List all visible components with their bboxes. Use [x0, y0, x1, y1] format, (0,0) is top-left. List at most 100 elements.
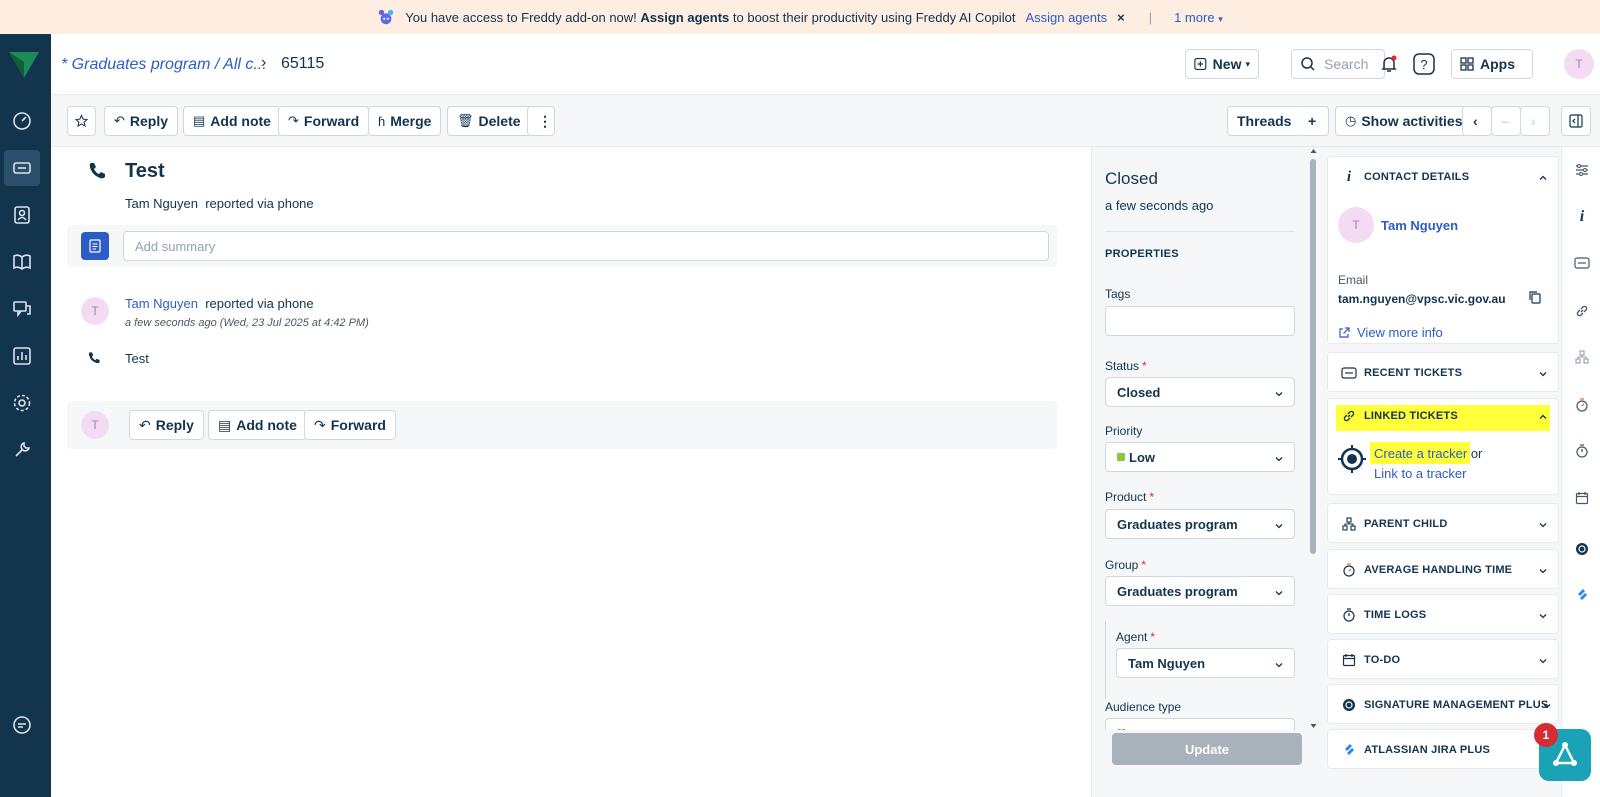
chevron-down-icon[interactable] — [1538, 609, 1548, 624]
notifications-bell-icon[interactable] — [1375, 50, 1403, 78]
add-note-bottom-button[interactable]: ▤ Add note — [208, 410, 307, 440]
atlassian-jira-header[interactable]: ATLASSIAN JIRA PLUS — [1340, 730, 1490, 770]
search-input[interactable]: Search — [1291, 49, 1385, 79]
timer-icon[interactable] — [1572, 441, 1592, 461]
ticket-icon[interactable] — [1572, 253, 1592, 273]
stopwatch-icon[interactable] — [1572, 395, 1592, 415]
info-icon: i — [1346, 168, 1352, 185]
chevron-down-icon[interactable] — [1538, 367, 1548, 382]
assistant-network-icon — [1553, 742, 1577, 766]
help-icon[interactable]: ? — [1410, 50, 1438, 78]
contacts-icon[interactable] — [4, 197, 40, 233]
average-handling-time-header[interactable]: AVERAGE HANDLING TIME — [1340, 550, 1512, 590]
todo-card[interactable]: TO-DO — [1327, 639, 1559, 679]
search-icon — [1301, 57, 1315, 71]
signature-management-card[interactable]: SIGNATURE MANAGEMENT PLUS — [1327, 684, 1559, 724]
banner-text: You have access to Freddy add-on now! As… — [405, 9, 1016, 25]
chat-icon[interactable] — [4, 707, 40, 743]
next-ticket-button[interactable]: › — [1520, 106, 1550, 136]
parent-child-card[interactable]: PARENT CHILD — [1327, 503, 1559, 543]
hierarchy-icon[interactable] — [1572, 347, 1592, 367]
more-options-button[interactable]: ⋮ — [527, 106, 555, 136]
calendar-icon[interactable] — [1572, 488, 1592, 508]
link-tracker-link[interactable]: Link to a tracker — [1374, 466, 1467, 481]
tags-input[interactable] — [1105, 306, 1295, 336]
status-select[interactable]: Closed — [1105, 377, 1295, 407]
time-logs-card[interactable]: TIME LOGS — [1327, 594, 1559, 634]
banner-more-link[interactable]: 1 more ▾ — [1174, 10, 1223, 25]
new-button[interactable]: New ▾ — [1185, 49, 1259, 79]
linked-tickets-header[interactable]: LINKED TICKETS — [1340, 396, 1458, 436]
chevron-down-icon[interactable] — [1542, 699, 1552, 714]
email-label: Email — [1338, 273, 1369, 287]
merge-button[interactable]: ɦ Merge — [368, 106, 442, 136]
apps-button[interactable]: Apps — [1451, 49, 1533, 79]
admin-gear-icon[interactable] — [4, 385, 40, 421]
contact-name-link[interactable]: Tam Nguyen — [1381, 218, 1458, 233]
jira-icon[interactable] — [1572, 585, 1592, 605]
reports-icon[interactable] — [4, 338, 40, 374]
add-thread-button[interactable]: + — [1299, 106, 1329, 136]
chevron-down-icon[interactable] — [1538, 654, 1548, 669]
forward-bottom-button[interactable]: ↷ Forward — [304, 410, 396, 440]
previous-ticket-button[interactable]: ‹ — [1462, 106, 1492, 136]
close-banner-icon[interactable]: × — [1117, 10, 1125, 25]
properties-scrollbar[interactable] — [1310, 159, 1316, 554]
tickets-icon[interactable] — [4, 150, 40, 186]
notification-badge: 1 — [1534, 723, 1558, 747]
create-tracker-link[interactable]: Create a tracker — [1374, 446, 1467, 461]
chevron-up-icon[interactable] — [1538, 410, 1548, 425]
tools-wrench-icon[interactable] — [4, 432, 40, 468]
time-logs-header[interactable]: TIME LOGS — [1340, 595, 1426, 635]
parent-child-header[interactable]: PARENT CHILD — [1340, 504, 1447, 544]
info-icon[interactable]: i — [1572, 207, 1592, 227]
chevron-down-icon[interactable] — [1538, 518, 1548, 533]
breadcrumb[interactable]: * Graduates program / All c... — [61, 56, 267, 74]
todo-header[interactable]: TO-DO — [1340, 640, 1400, 680]
dashboard-icon[interactable] — [4, 103, 40, 139]
reply-bottom-button[interactable]: ↶ Reply — [129, 410, 204, 440]
freshdesk-logo[interactable] — [6, 48, 42, 80]
scroll-up-icon[interactable] — [1310, 148, 1317, 154]
priority-select[interactable]: Low — [1105, 442, 1295, 472]
average-handling-time-card[interactable]: AVERAGE HANDLING TIME — [1327, 549, 1559, 589]
reply-button[interactable]: ↶ Reply — [104, 106, 179, 136]
update-button[interactable]: Update — [1112, 733, 1302, 765]
show-activities-button[interactable]: ◷ Show activities — [1335, 106, 1473, 136]
chevron-up-icon[interactable] — [1538, 171, 1548, 186]
agent-label: Agent * — [1116, 630, 1156, 644]
audience-type-select[interactable]: -- — [1105, 718, 1295, 730]
group-select[interactable]: Graduates program — [1105, 576, 1295, 606]
scroll-down-icon[interactable] — [1310, 723, 1317, 729]
requester-link[interactable]: Tam Nguyen — [125, 296, 198, 311]
copy-icon[interactable] — [1528, 290, 1542, 304]
threads-button[interactable]: Threads — [1227, 106, 1302, 136]
recent-tickets-header[interactable]: RECENT TICKETS — [1340, 353, 1462, 393]
agent-select[interactable]: Tam Nguyen — [1116, 648, 1295, 678]
merge-icon: ɦ — [378, 113, 386, 129]
note-icon: ▤ — [218, 416, 232, 433]
assign-agents-link[interactable]: Assign agents — [1025, 10, 1107, 25]
contact-details-header[interactable]: i CONTACT DETAILS — [1340, 157, 1469, 197]
link-icon[interactable] — [1572, 301, 1592, 321]
forward-button[interactable]: ↷ Forward — [278, 106, 370, 136]
chevron-down-icon[interactable] — [1538, 564, 1548, 579]
atlassian-jira-card[interactable]: ATLASSIAN JIRA PLUS — [1327, 729, 1559, 769]
knowledge-base-icon[interactable] — [4, 244, 40, 280]
user-avatar[interactable]: T — [1564, 49, 1594, 79]
product-select[interactable]: Graduates program — [1105, 509, 1295, 539]
sliders-icon[interactable] — [1572, 160, 1592, 180]
forums-icon[interactable] — [4, 291, 40, 327]
summary-input[interactable]: Add summary — [123, 231, 1049, 261]
star-icon[interactable] — [67, 106, 96, 136]
signature-management-header[interactable]: SIGNATURE MANAGEMENT PLUS — [1340, 685, 1548, 725]
view-more-info-link[interactable]: View more info — [1338, 325, 1443, 340]
stopwatch-icon — [1340, 563, 1358, 577]
status-heading: Closed — [1105, 169, 1158, 188]
recent-tickets-card[interactable]: RECENT TICKETS — [1327, 352, 1559, 392]
plus-square-icon — [1194, 57, 1207, 71]
delete-button[interactable]: 🗑 Delete — [447, 106, 531, 136]
add-note-button[interactable]: ▤ Add note — [183, 106, 281, 136]
toggle-sidebar-icon[interactable] — [1561, 106, 1591, 136]
signature-swirl-icon[interactable] — [1572, 539, 1592, 559]
